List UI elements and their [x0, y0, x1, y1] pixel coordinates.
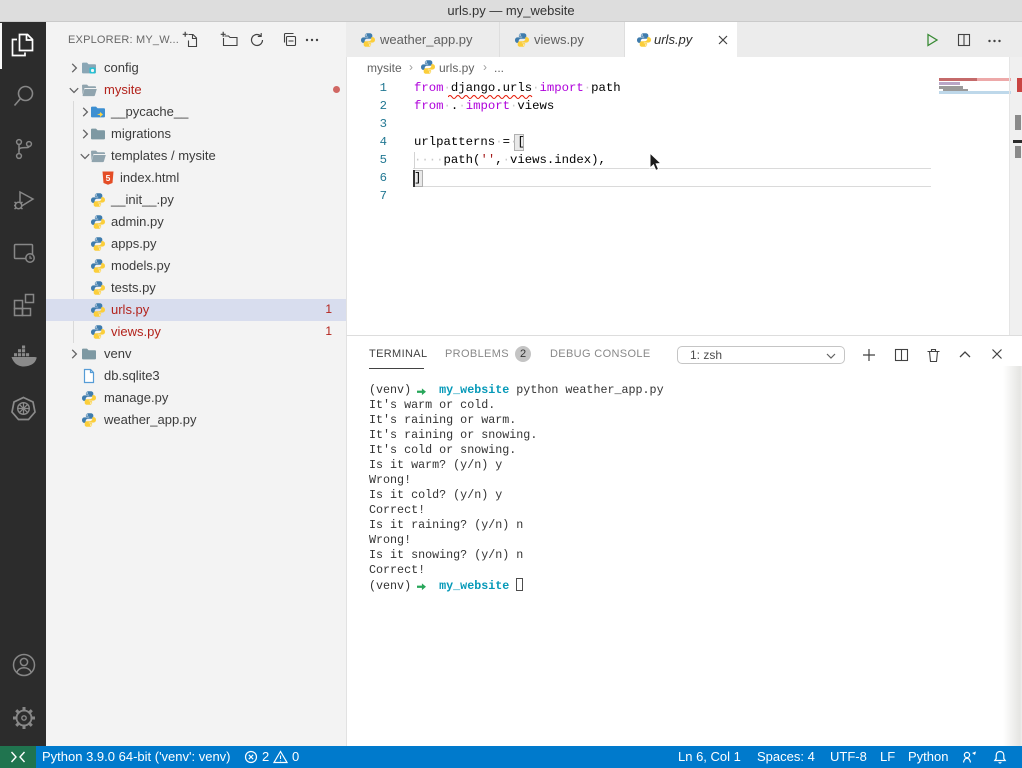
svg-text:5: 5: [106, 173, 111, 183]
